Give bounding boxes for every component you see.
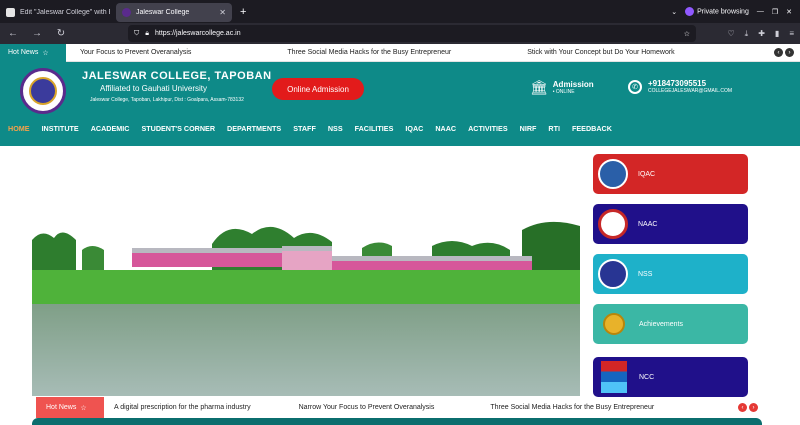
private-mask-icon <box>685 7 695 16</box>
hero-campus-image <box>32 218 580 396</box>
side-link-label: NAAC <box>638 220 658 228</box>
menu-item-institute[interactable]: INSTITUTE <box>42 124 79 133</box>
hot-news-label-text: Hot News <box>46 404 77 411</box>
nss-logo-icon <box>598 259 628 289</box>
side-link-naac[interactable]: NAAC <box>593 204 748 244</box>
private-browsing-label: Private browsing <box>697 8 749 16</box>
close-window-icon[interactable]: ✕ <box>786 8 792 16</box>
menu-item-activities[interactable]: ACTIVITIES <box>468 124 508 133</box>
next-news-icon[interactable]: › <box>785 48 794 57</box>
admission-online-link[interactable]: 🏛︎ Admission • ONLINE <box>530 79 594 96</box>
back-icon[interactable]: ← <box>6 28 20 39</box>
logo-emblem <box>29 77 57 105</box>
building-icon: 🏛︎ <box>530 79 548 95</box>
address-bar[interactable]: ⛉ 🔒︎ https://jaleswarcollege.ac.in ☆ <box>128 25 696 42</box>
reload-icon[interactable]: ↻ <box>54 28 68 39</box>
side-link-iqac[interactable]: IQAC <box>593 154 748 194</box>
side-link-label: NSS <box>638 270 653 278</box>
email-address[interactable]: COLLEGEJALESWAR@GMAIL.COM <box>648 88 732 94</box>
menu-item-students-corner[interactable]: STUDENT'S CORNER <box>141 124 215 133</box>
lock-icon[interactable]: 🔒︎ <box>145 30 149 38</box>
menu-item-naac[interactable]: NAAC <box>435 124 456 133</box>
medal-icon <box>603 313 625 335</box>
side-link-nss[interactable]: NSS <box>593 254 748 294</box>
forward-icon[interactable]: → <box>30 28 44 39</box>
menu-icon[interactable]: ≡ <box>789 29 794 39</box>
bookmark-star-icon[interactable]: ☆ <box>684 30 690 38</box>
naac-logo-icon <box>598 209 628 239</box>
news-item[interactable]: Narrow Your Focus to Prevent Overanalysi… <box>299 404 435 411</box>
extension-icon[interactable]: ▮ <box>775 29 779 39</box>
hot-news-label-text: Hot News <box>8 49 39 56</box>
news-item[interactable]: Stick with Your Concept but Do Your Home… <box>527 49 674 56</box>
address-text: Jaleswar College, Tapoban, Lakhipur, Dis… <box>90 97 244 103</box>
ncc-flag-icon <box>601 361 627 393</box>
college-name: JALESWAR COLLEGE, TAPOBAN <box>82 70 272 82</box>
college-favicon-icon <box>122 8 131 17</box>
star-icon: ☆ <box>80 404 87 412</box>
tab-title: Jaleswar College <box>136 9 190 16</box>
menu-item-rti[interactable]: RTI <box>548 124 560 133</box>
news-item[interactable]: Your Focus to Prevent Overanalysis <box>80 49 191 56</box>
browser-tab-active[interactable]: Jaleswar College ✕ <box>116 3 232 22</box>
browser-tab-bar: Edit "Jaleswar College" with Ele Jaleswa… <box>0 0 800 23</box>
college-logo[interactable] <box>20 68 66 114</box>
hot-news-label: Hot News ☆ <box>0 43 66 62</box>
iqac-logo-icon <box>598 159 628 189</box>
menu-item-facilities[interactable]: FACILITIES <box>355 124 394 133</box>
browser-tab-edit[interactable]: Edit "Jaleswar College" with Ele <box>0 3 116 22</box>
side-link-label: IQAC <box>638 170 656 178</box>
phone-number[interactable]: +918473095515 <box>648 79 732 88</box>
contact-info: ✆ +918473095515 COLLEGEJALESWAR@GMAIL.CO… <box>628 79 732 94</box>
restore-icon[interactable]: ❐ <box>772 8 778 16</box>
menu-item-nss[interactable]: NSS <box>328 124 343 133</box>
side-link-ncc[interactable]: NCC <box>593 357 748 397</box>
menu-item-iqac[interactable]: IQAC <box>405 124 423 133</box>
affiliation-text: Affiliated to Gauhati University <box>100 84 208 93</box>
main-menu: HOME INSTITUTE ACADEMIC STUDENT'S CORNER… <box>8 124 624 133</box>
hero-grass-bank <box>32 270 580 308</box>
menu-item-academic[interactable]: ACADEMIC <box>91 124 130 133</box>
side-link-achievements[interactable]: Achievements <box>593 304 748 344</box>
private-browsing-indicator: Private browsing <box>685 7 749 16</box>
page-favicon-icon <box>6 8 15 17</box>
site-header: JALESWAR COLLEGE, TAPOBAN Affiliated to … <box>0 62 800 146</box>
section-strip <box>32 418 762 425</box>
browser-nav-bar: ← → ↻ ⛉ 🔒︎ https://jaleswarcollege.ac.in… <box>0 23 800 44</box>
extensions-icon[interactable]: ✚ <box>758 29 765 39</box>
menu-item-home[interactable]: HOME <box>8 124 30 133</box>
menu-item-nirf[interactable]: NIRF <box>520 124 537 133</box>
side-link-label: NCC <box>639 373 655 381</box>
close-tab-icon[interactable]: ✕ <box>219 8 226 17</box>
hot-news-ticker-top: Hot News ☆ Your Focus to Prevent Overana… <box>0 43 800 62</box>
news-item[interactable]: Three Social Media Hacks for the Busy En… <box>490 404 654 411</box>
hero-pond <box>32 304 580 396</box>
tab-title: Edit "Jaleswar College" with Ele <box>20 9 110 16</box>
minimize-icon[interactable]: — <box>757 8 764 15</box>
whatsapp-icon[interactable]: ✆ <box>628 79 642 94</box>
star-icon: ☆ <box>42 49 49 57</box>
new-tab-button[interactable]: + <box>232 6 254 18</box>
url-text[interactable]: https://jaleswarcollege.ac.in <box>155 30 678 37</box>
hot-news-label: Hot News ☆ <box>36 397 104 418</box>
online-admission-button[interactable]: Online Admission <box>272 78 364 100</box>
menu-item-departments[interactable]: DEPARTMENTS <box>227 124 281 133</box>
news-item[interactable]: A digital prescription for the pharma in… <box>114 404 251 411</box>
pocket-icon[interactable]: ♡ <box>728 29 735 39</box>
shield-icon[interactable]: ⛉ <box>134 30 139 38</box>
downloads-icon[interactable]: ⤓ <box>745 29 749 39</box>
menu-item-feedback[interactable]: FEEDBACK <box>572 124 612 133</box>
next-news-icon[interactable]: › <box>749 403 758 412</box>
tab-list-icon[interactable]: ⌄ <box>671 8 677 16</box>
menu-item-staff[interactable]: STAFF <box>293 124 316 133</box>
prev-news-icon[interactable]: ‹ <box>738 403 747 412</box>
hot-news-ticker-bottom: Hot News ☆ A digital prescription for th… <box>36 397 760 418</box>
admission-subtitle: • ONLINE <box>552 89 575 95</box>
prev-news-icon[interactable]: ‹ <box>774 48 783 57</box>
side-link-label: Achievements <box>639 320 683 328</box>
admission-title: Admission <box>552 80 594 89</box>
news-item[interactable]: Three Social Media Hacks for the Busy En… <box>287 49 451 56</box>
